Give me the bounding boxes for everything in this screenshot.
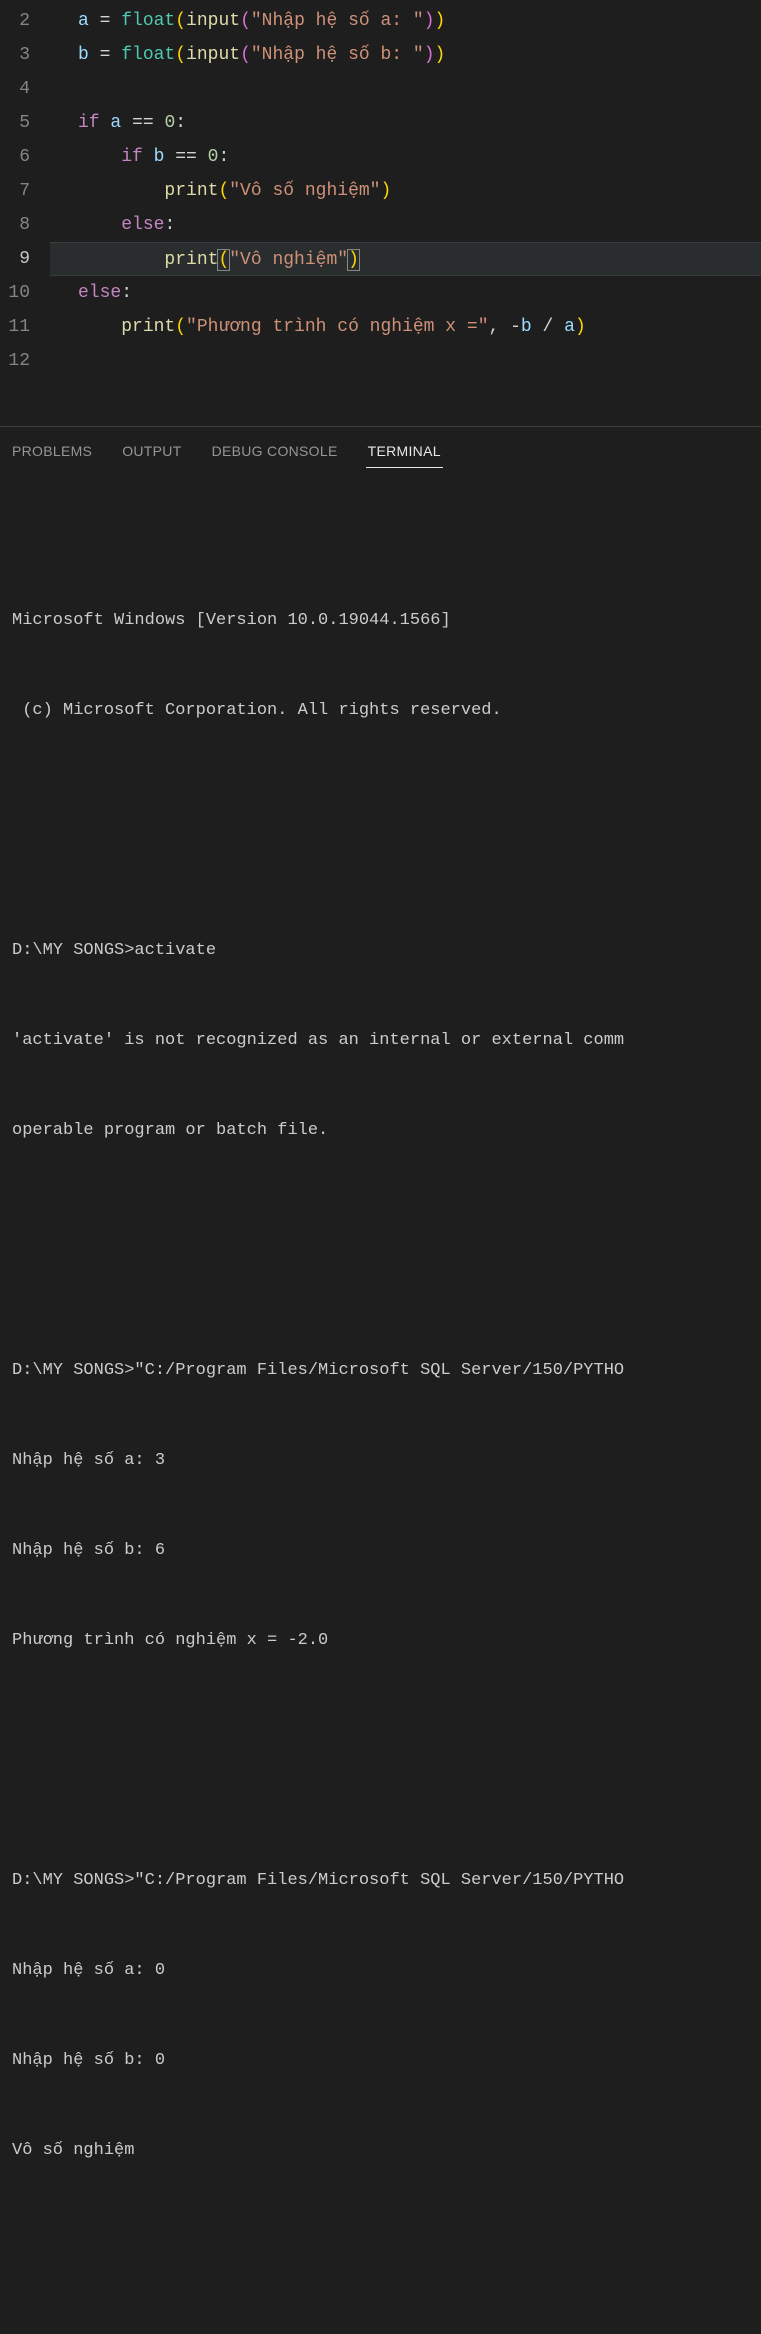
terminal-output[interactable]: Microsoft Windows [Version 10.0.19044.15…	[0, 476, 761, 2334]
line-number: 9	[0, 242, 50, 276]
terminal-block-3: D:\MY SONGS>"C:/Program Files/Microsoft …	[12, 1806, 749, 2226]
line-number: 10	[0, 276, 50, 310]
code-line-3[interactable]: 3 b = float(input("Nhập hệ số b: "))	[0, 38, 761, 72]
code-line-11[interactable]: 11 print("Phương trình có nghiệm x =", -…	[0, 310, 761, 344]
code-line-8[interactable]: 8 else:	[0, 208, 761, 242]
line-number: 3	[0, 38, 50, 72]
line-number: 7	[0, 174, 50, 208]
code-line-7[interactable]: 7 print("Vô số nghiệm")	[0, 174, 761, 208]
line-number: 4	[0, 72, 50, 106]
terminal-block-2: D:\MY SONGS>"C:/Program Files/Microsoft …	[12, 1296, 749, 1716]
tab-terminal[interactable]: TERMINAL	[366, 439, 443, 468]
code-content: else:	[50, 208, 761, 242]
code-line-9-current[interactable]: 9 print("Vô nghiệm")	[0, 242, 761, 276]
code-line-5[interactable]: 5 if a == 0:	[0, 106, 761, 140]
code-content: print("Vô số nghiệm")	[50, 174, 761, 208]
line-number: 8	[0, 208, 50, 242]
panel-tabs: PROBLEMS OUTPUT DEBUG CONSOLE TERMINAL	[0, 427, 761, 476]
line-number: 5	[0, 106, 50, 140]
code-line-12[interactable]: 12	[0, 344, 761, 378]
code-line-4[interactable]: 4	[0, 72, 761, 106]
tab-output[interactable]: OUTPUT	[120, 439, 183, 468]
line-number: 6	[0, 140, 50, 174]
tab-debug-console[interactable]: DEBUG CONSOLE	[210, 439, 340, 468]
code-content	[50, 72, 761, 106]
code-editor[interactable]: 2 a = float(input("Nhập hệ số a: ")) 3 b…	[0, 0, 761, 378]
code-content: if b == 0:	[50, 140, 761, 174]
code-content: else:	[50, 276, 761, 310]
terminal-header: Microsoft Windows [Version 10.0.19044.15…	[12, 546, 749, 786]
tab-problems[interactable]: PROBLEMS	[10, 439, 94, 468]
code-content: print("Vô nghiệm")	[50, 242, 761, 276]
code-content	[50, 344, 761, 378]
line-number: 12	[0, 344, 50, 378]
terminal-block-4: D:\MY SONGS>"C:/Program Files/Microsoft …	[12, 2316, 749, 2334]
code-line-2[interactable]: 2 a = float(input("Nhập hệ số a: "))	[0, 4, 761, 38]
code-content: print("Phương trình có nghiệm x =", -b /…	[50, 310, 761, 344]
code-line-10[interactable]: 10 else:	[0, 276, 761, 310]
line-number: 2	[0, 4, 50, 38]
code-line-6[interactable]: 6 if b == 0:	[0, 140, 761, 174]
code-content: b = float(input("Nhập hệ số b: "))	[50, 38, 761, 72]
line-number: 11	[0, 310, 50, 344]
code-content: if a == 0:	[50, 106, 761, 140]
terminal-block-1: D:\MY SONGS>activate 'activate' is not r…	[12, 876, 749, 1206]
code-content: a = float(input("Nhập hệ số a: "))	[50, 4, 761, 38]
